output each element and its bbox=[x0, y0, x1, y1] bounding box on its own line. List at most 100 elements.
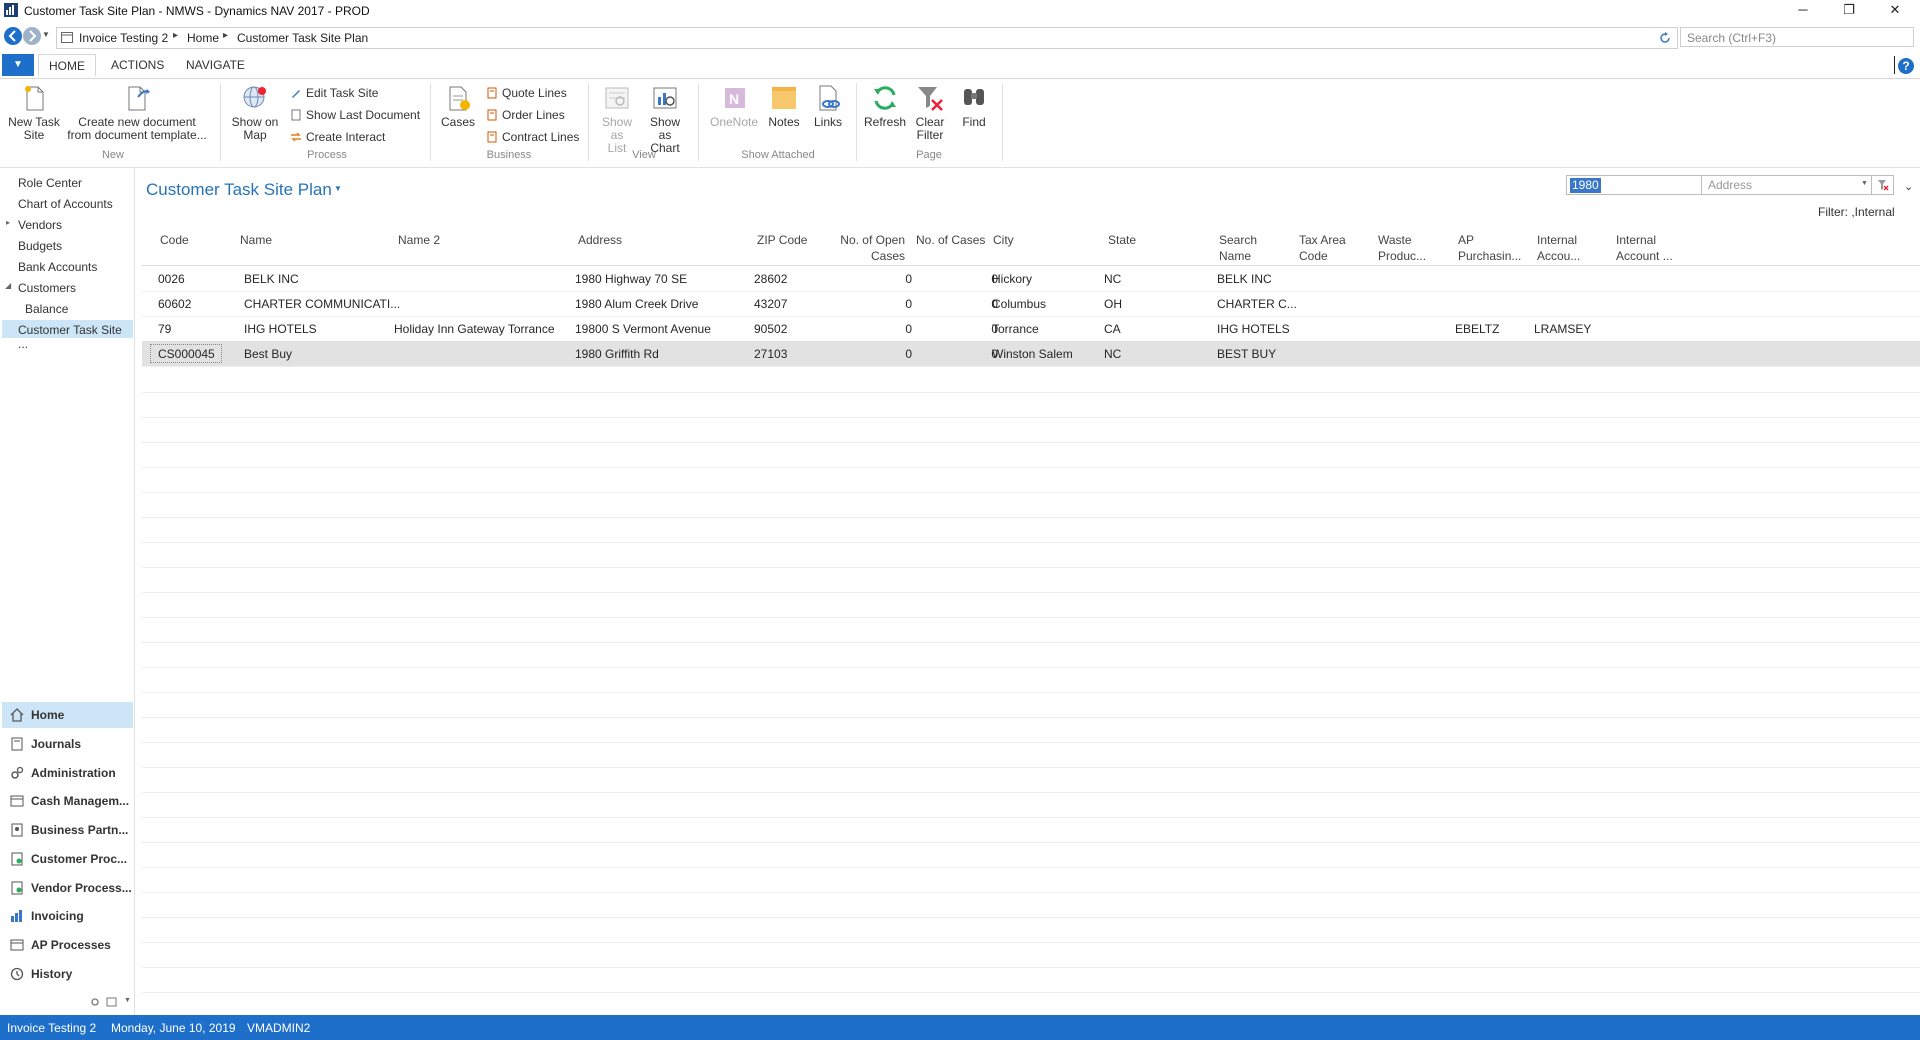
column-header-state[interactable]: State bbox=[1108, 232, 1136, 248]
breadcrumb-current[interactable]: Customer Task Site Plan bbox=[237, 31, 368, 45]
breadcrumb-home[interactable]: Home bbox=[187, 31, 219, 45]
links-button[interactable]: Links bbox=[808, 83, 848, 129]
show-as-list-button[interactable]: Show as List bbox=[594, 83, 640, 155]
column-header-address[interactable]: Address bbox=[578, 232, 622, 248]
status-user: VMADMIN2 bbox=[247, 1021, 311, 1035]
column-header-code[interactable]: Code bbox=[160, 232, 189, 248]
collapse-arrow-icon[interactable]: ◢ bbox=[5, 281, 11, 290]
dept-history[interactable]: History bbox=[2, 961, 133, 987]
dept-journals[interactable]: Journals bbox=[2, 731, 133, 757]
show-last-document-button[interactable]: Show Last Document bbox=[290, 106, 420, 124]
notes-button[interactable]: Notes bbox=[764, 83, 804, 129]
vendor-process-icon bbox=[11, 881, 23, 895]
nav-budgets[interactable]: Budgets bbox=[18, 239, 62, 253]
nav-customers[interactable]: Customers bbox=[18, 281, 76, 295]
dept-cash-management[interactable]: Cash Managem... bbox=[2, 788, 133, 814]
page-icon bbox=[61, 32, 73, 43]
create-interact-label: Create Interact bbox=[306, 130, 386, 144]
nav-vendors[interactable]: Vendors bbox=[18, 218, 62, 232]
column-header-city[interactable]: City bbox=[993, 232, 1014, 248]
pane-dropdown-icon[interactable]: ▼ bbox=[124, 997, 131, 1004]
create-interact-button[interactable]: Create Interact bbox=[290, 128, 385, 146]
pane-options-icon[interactable] bbox=[106, 996, 118, 1008]
breadcrumb[interactable]: Invoice Testing 2 ▸ Home ▸ Customer Task… bbox=[56, 27, 1678, 49]
title-dropdown-icon[interactable]: ▼ bbox=[334, 184, 342, 193]
dept-vendor-processes[interactable]: Vendor Process... bbox=[2, 875, 133, 901]
column-header-open-cases[interactable]: No. of Open Cases bbox=[830, 232, 905, 264]
dept-ap-processes[interactable]: AP Processes bbox=[2, 932, 133, 958]
document-template-icon bbox=[122, 83, 152, 113]
nav-balance[interactable]: Balance bbox=[25, 302, 68, 316]
dept-customer-processes[interactable]: Customer Proc... bbox=[2, 846, 133, 872]
app-menu-button[interactable]: ▼ bbox=[2, 54, 34, 76]
show-as-chart-button[interactable]: Show as Chart bbox=[640, 83, 690, 155]
column-header-name-2[interactable]: Name 2 bbox=[398, 232, 440, 248]
tab-home[interactable]: HOME bbox=[38, 54, 96, 77]
history-dropdown-icon[interactable]: ▼ bbox=[42, 30, 50, 39]
empty-table-row bbox=[142, 442, 1920, 468]
clear-filter-button[interactable]: Clear Filter bbox=[908, 83, 952, 142]
expand-filter-pane-icon[interactable]: ⌄ bbox=[1904, 180, 1913, 193]
column-header-waste-produc[interactable]: Waste Produc... bbox=[1378, 232, 1434, 264]
forward-button[interactable] bbox=[23, 27, 41, 45]
nav-chart-of-accounts[interactable]: Chart of Accounts bbox=[18, 197, 113, 211]
refresh-address-icon[interactable] bbox=[1659, 32, 1671, 44]
column-header-internal-account[interactable]: Internal Account ... bbox=[1616, 232, 1680, 264]
nav-bank-accounts[interactable]: Bank Accounts bbox=[18, 260, 97, 274]
status-company: Invoice Testing 2 bbox=[7, 1021, 97, 1035]
nav-role-center[interactable]: Role Center bbox=[18, 176, 82, 190]
dept-home[interactable]: Home bbox=[2, 702, 133, 728]
find-button[interactable]: Find bbox=[954, 83, 994, 129]
onenote-button[interactable]: N OneNote bbox=[704, 83, 764, 129]
history-icon bbox=[10, 967, 24, 981]
column-header-name[interactable]: Name bbox=[240, 232, 272, 248]
create-document-from-template-button[interactable]: Create new document from document templa… bbox=[62, 83, 212, 142]
configure-pane-icon[interactable] bbox=[89, 996, 101, 1008]
help-icon[interactable]: ? bbox=[1898, 58, 1914, 74]
column-header-ap-purchasin[interactable]: AP Purchasin... bbox=[1458, 232, 1524, 264]
restore-button[interactable]: ❐ bbox=[1826, 0, 1872, 22]
table-row[interactable]: 79 IHG HOTELS Holiday Inn Gateway Torran… bbox=[142, 316, 1920, 342]
quick-filter-value[interactable]: 1980 bbox=[1570, 178, 1601, 193]
cell-zip-code: 28602 bbox=[754, 272, 788, 286]
filter-field-select[interactable]: Address bbox=[1702, 175, 1872, 195]
show-on-map-button[interactable]: Show on Map bbox=[226, 83, 284, 142]
order-lines-button[interactable]: Order Lines bbox=[486, 106, 565, 124]
tab-actions[interactable]: ACTIONS bbox=[111, 58, 164, 72]
column-header-tax-area-code[interactable]: Tax Area Code bbox=[1299, 232, 1349, 264]
table-row-selected[interactable]: CS000045 Best Buy 1980 Griffith Rd 27103… bbox=[142, 341, 1920, 367]
table-row[interactable]: 0026 BELK INC 1980 Highway 70 SE 28602 0… bbox=[142, 266, 1920, 292]
column-header-search-name[interactable]: Search Name bbox=[1219, 232, 1269, 264]
edit-task-site-button[interactable]: Edit Task Site bbox=[290, 84, 378, 102]
svg-text:N: N bbox=[729, 91, 739, 107]
minimize-button[interactable]: ─ bbox=[1780, 0, 1826, 22]
cell-state: CA bbox=[1104, 322, 1121, 336]
new-task-site-button[interactable]: New Task Site bbox=[6, 83, 62, 142]
column-header-internal-accou[interactable]: Internal Accou... bbox=[1537, 232, 1589, 264]
column-header-zip-code[interactable]: ZIP Code bbox=[757, 232, 807, 248]
clear-quick-filter-button[interactable] bbox=[1872, 175, 1894, 195]
back-button[interactable] bbox=[4, 27, 22, 45]
breadcrumb-company[interactable]: Invoice Testing 2 bbox=[79, 31, 168, 45]
table-row[interactable]: 60602 CHARTER COMMUNICATI... 1980 Alum C… bbox=[142, 291, 1920, 317]
dept-business-partners[interactable]: Business Partn... bbox=[2, 817, 133, 843]
nav-customer-task-site-label: Customer Task Site ... bbox=[18, 323, 122, 351]
cell-search-name: IHG HOTELS bbox=[1217, 322, 1290, 336]
cell-code: CS000045 bbox=[158, 347, 215, 361]
contract-lines-icon bbox=[486, 130, 498, 143]
refresh-button[interactable]: Refresh bbox=[862, 83, 908, 129]
quote-lines-button[interactable]: Quote Lines bbox=[486, 84, 567, 102]
tab-navigate[interactable]: NAVIGATE bbox=[186, 58, 245, 72]
dept-administration[interactable]: Administration bbox=[2, 760, 133, 786]
expand-arrow-icon[interactable]: ▸ bbox=[6, 218, 10, 227]
cases-button[interactable]: Cases bbox=[436, 83, 480, 129]
dept-cash-management-label: Cash Managem... bbox=[31, 794, 130, 808]
global-search-input[interactable]: Search (Ctrl+F3) bbox=[1680, 27, 1914, 47]
contract-lines-button[interactable]: Contract Lines bbox=[486, 128, 579, 146]
column-header-cases[interactable]: No. of Cases bbox=[916, 232, 985, 248]
filter-field-dropdown-icon[interactable]: ▼ bbox=[1861, 180, 1868, 187]
nav-customer-task-site-selected[interactable]: Customer Task Site ... bbox=[2, 320, 133, 351]
dept-invoicing[interactable]: Invoicing bbox=[2, 903, 133, 929]
close-button[interactable]: ✕ bbox=[1872, 0, 1918, 22]
pencil-icon bbox=[290, 86, 302, 98]
